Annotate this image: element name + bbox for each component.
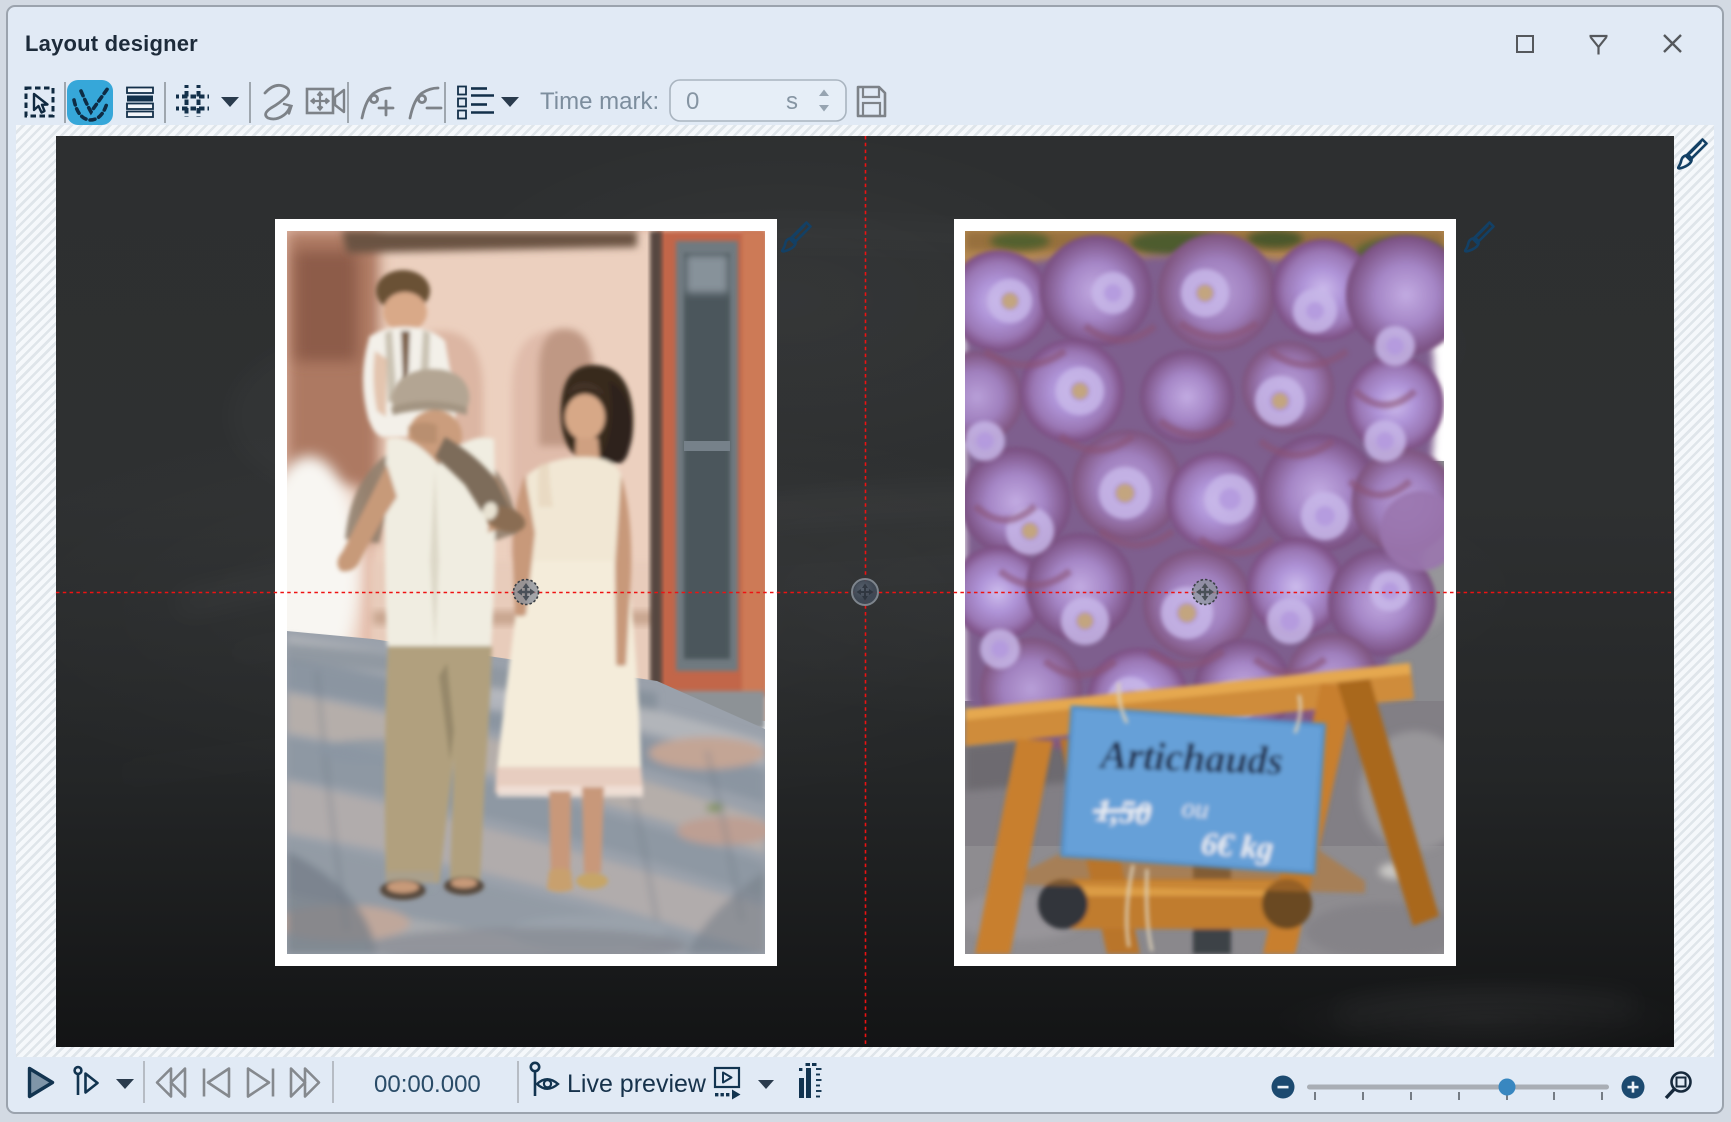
svg-text:s: s (786, 88, 798, 115)
svg-text:0: 0 (686, 88, 699, 115)
svg-text:Time mark:: Time mark: (540, 88, 659, 115)
